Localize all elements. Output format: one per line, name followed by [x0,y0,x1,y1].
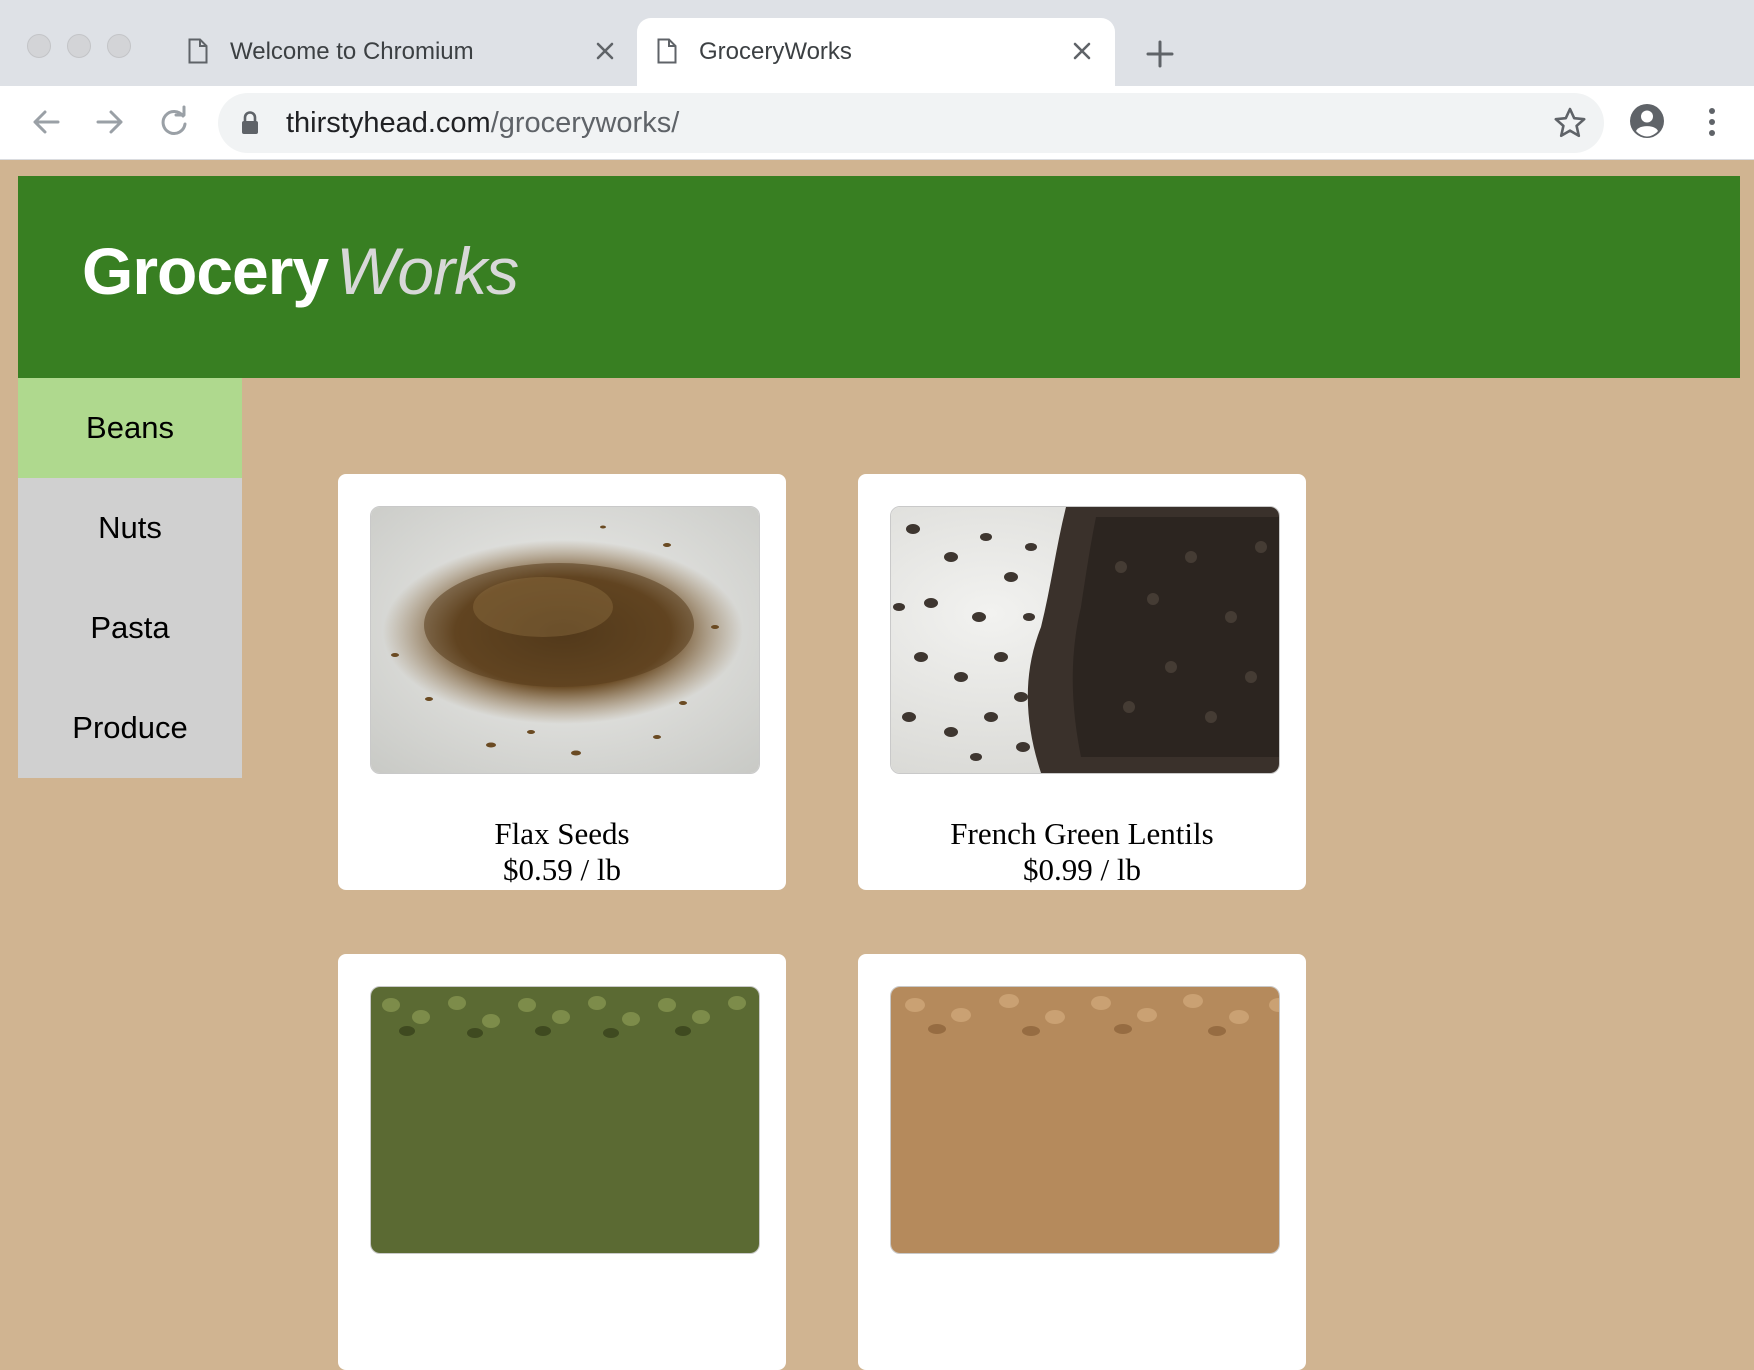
nav-item-produce[interactable]: Produce [18,678,242,778]
flax-seeds-image [370,506,760,774]
product-name: Flax Seeds [494,816,630,851]
page-icon [657,38,677,64]
product-name: French Green Lentils [950,816,1214,851]
logo-works: Works [336,234,519,308]
tab-strip: Welcome to Chromium GroceryWorks [0,0,1754,86]
tab-groceryworks[interactable]: GroceryWorks [637,18,1115,86]
nav-item-pasta[interactable]: Pasta [18,578,242,678]
window-zoom-button[interactable] [107,34,131,58]
profile-avatar-icon[interactable] [1628,102,1666,140]
menu-kebab-icon[interactable] [1692,102,1732,142]
url-text[interactable]: thirstyhead.com/groceryworks/ [286,107,679,140]
category-nav: Beans Nuts Pasta Produce [18,378,242,778]
window-minimize-button[interactable] [67,34,91,58]
product-card-flax-seeds[interactable]: Flax Seeds $0.59 / lb [338,474,786,890]
reload-icon[interactable] [154,102,194,142]
product-card-french-green-lentils[interactable]: French Green Lentils $0.99 / lb [858,474,1306,890]
tab-title: GroceryWorks [699,38,852,65]
green-split-peas-image [370,986,760,1254]
product-card-3[interactable] [338,954,786,1370]
forward-arrow-icon[interactable] [90,102,130,142]
lock-icon[interactable] [240,110,260,136]
close-tab-icon[interactable] [1067,36,1097,66]
url-path: /groceryworks/ [490,107,680,139]
window-close-button[interactable] [27,34,51,58]
brown-lentils-image [890,986,1280,1254]
new-tab-plus-icon[interactable] [1140,34,1180,74]
nav-item-nuts[interactable]: Nuts [18,478,242,578]
bookmark-star-icon[interactable] [1552,105,1588,141]
url-host: thirstyhead.com [286,107,491,139]
browser-toolbar: thirstyhead.com/groceryworks/ [0,86,1754,160]
back-arrow-icon[interactable] [26,102,66,142]
product-card-4[interactable] [858,954,1306,1370]
site-logo[interactable]: Grocery Works [82,238,519,304]
product-price: $0.59 / lb [503,852,621,887]
product-price: $0.99 / lb [1023,852,1141,887]
tab-welcome[interactable]: Welcome to Chromium [168,18,638,86]
site-header: Grocery Works [18,176,1740,378]
page-icon [188,38,208,64]
nav-item-beans[interactable]: Beans [18,378,242,478]
french-green-lentils-image [890,506,1280,774]
address-bar[interactable]: thirstyhead.com/groceryworks/ [218,93,1604,153]
browser-chrome: Welcome to Chromium GroceryWorks thirsty… [0,0,1754,160]
logo-grocery: Grocery [82,234,329,308]
close-tab-icon[interactable] [590,36,620,66]
tab-title: Welcome to Chromium [230,38,474,65]
